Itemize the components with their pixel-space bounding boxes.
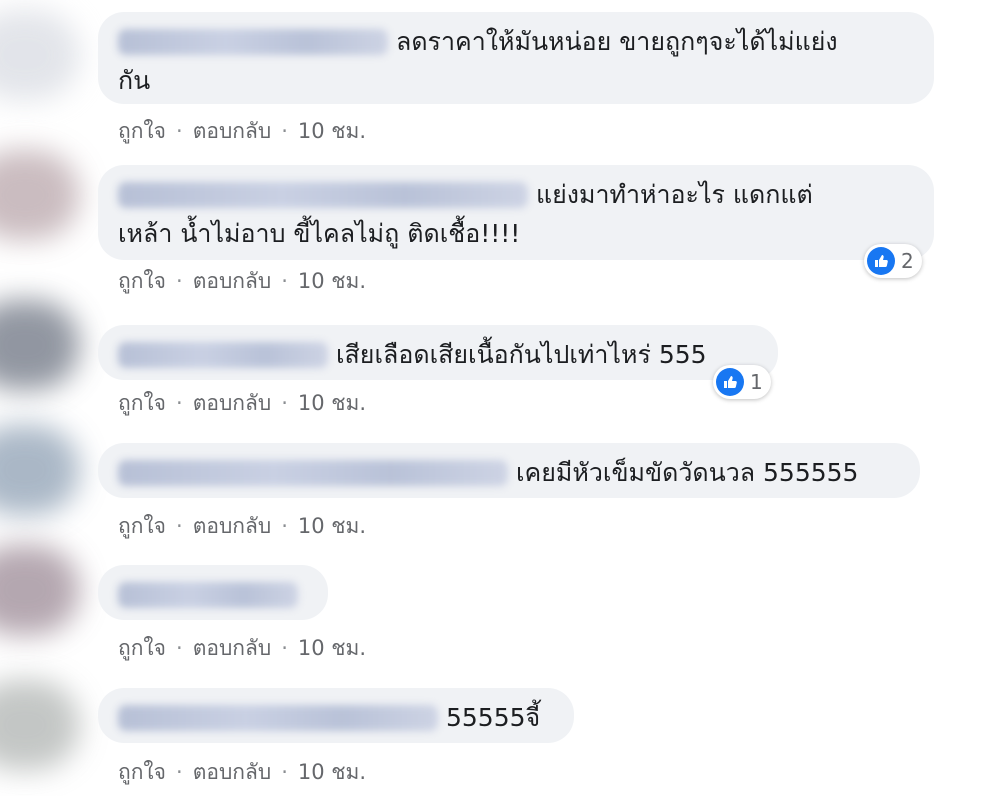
comment-actions: ถูกใจ · ตอบกลับ · 10 ชม.	[118, 510, 366, 543]
separator: ·	[281, 119, 288, 143]
commenter-name[interactable]	[118, 182, 528, 208]
commenter-name[interactable]	[118, 705, 438, 731]
separator: ·	[176, 269, 183, 293]
comment-bubble: 55555จี้	[98, 688, 574, 743]
comment-text-continued: เหล้า น้ำไม่อาบ ขี้ไคลไม่ถู ติดเชื้อ!!!!	[118, 219, 521, 248]
separator: ·	[176, 636, 183, 660]
comment-bubble: ลดราคาให้มันหน่อย ขายถูกๆจะได้ไม่แย่ง กั…	[98, 12, 934, 104]
reply-link[interactable]: ตอบกลับ	[193, 760, 272, 784]
reaction-count: 2	[901, 249, 914, 273]
like-link[interactable]: ถูกใจ	[118, 636, 166, 660]
comment-text: แย่งมาทำห่าอะไร แดกแต่	[536, 180, 813, 209]
comment-text: เคยมีหัวเข็มขัดวัดนวล 555555	[516, 458, 859, 487]
avatar[interactable]	[0, 300, 80, 390]
like-link[interactable]: ถูกใจ	[118, 391, 166, 415]
like-link[interactable]: ถูกใจ	[118, 269, 166, 293]
comment-actions: ถูกใจ · ตอบกลับ · 10 ชม.	[118, 387, 366, 420]
commenter-name[interactable]	[118, 342, 328, 368]
reaction-count-badge[interactable]: 2	[864, 244, 922, 278]
reaction-count: 1	[750, 370, 763, 394]
commenter-name[interactable]	[118, 582, 298, 608]
timestamp[interactable]: 10 ชม.	[298, 514, 366, 538]
comment-text: 55555จี้	[446, 703, 541, 732]
separator: ·	[176, 514, 183, 538]
timestamp[interactable]: 10 ชม.	[298, 760, 366, 784]
comment-text-continued: กัน	[118, 66, 151, 95]
separator: ·	[281, 636, 288, 660]
like-link[interactable]: ถูกใจ	[118, 760, 166, 784]
avatar[interactable]	[0, 150, 80, 240]
reply-link[interactable]: ตอบกลับ	[193, 269, 272, 293]
thumbs-up-icon	[867, 247, 895, 275]
separator: ·	[281, 391, 288, 415]
commenter-name[interactable]	[118, 460, 508, 486]
timestamp[interactable]: 10 ชม.	[298, 119, 366, 143]
comment-actions: ถูกใจ · ตอบกลับ · 10 ชม.	[118, 265, 366, 298]
reply-link[interactable]: ตอบกลับ	[193, 636, 272, 660]
separator: ·	[176, 119, 183, 143]
timestamp[interactable]: 10 ชม.	[298, 391, 366, 415]
comment-bubble: แย่งมาทำห่าอะไร แดกแต่ เหล้า น้ำไม่อาบ ข…	[98, 165, 934, 260]
comment-bubble: เคยมีหัวเข็มขัดวัดนวล 555555	[98, 443, 920, 498]
comment-actions: ถูกใจ · ตอบกลับ · 10 ชม.	[118, 632, 366, 665]
separator: ·	[281, 269, 288, 293]
like-link[interactable]: ถูกใจ	[118, 514, 166, 538]
avatar[interactable]	[0, 10, 80, 100]
comment-bubble: เสียเลือดเสียเนื้อกันไปเท่าไหร่ 555	[98, 325, 778, 380]
avatar[interactable]	[0, 425, 80, 515]
avatar[interactable]	[0, 545, 80, 635]
avatar[interactable]	[0, 680, 80, 770]
timestamp[interactable]: 10 ชม.	[298, 636, 366, 660]
like-link[interactable]: ถูกใจ	[118, 119, 166, 143]
comment-actions: ถูกใจ · ตอบกลับ · 10 ชม.	[118, 756, 366, 789]
separator: ·	[176, 391, 183, 415]
separator: ·	[281, 760, 288, 784]
comment-text: เสียเลือดเสียเนื้อกันไปเท่าไหร่ 555	[336, 340, 707, 369]
comment-actions: ถูกใจ · ตอบกลับ · 10 ชม.	[118, 115, 366, 148]
reaction-count-badge[interactable]: 1	[713, 365, 771, 399]
comment-bubble	[98, 565, 328, 620]
comment-text: ลดราคาให้มันหน่อย ขายถูกๆจะได้ไม่แย่ง	[396, 27, 838, 56]
separator: ·	[176, 760, 183, 784]
reply-link[interactable]: ตอบกลับ	[193, 119, 272, 143]
commenter-name[interactable]	[118, 29, 388, 55]
thumbs-up-icon	[716, 368, 744, 396]
timestamp[interactable]: 10 ชม.	[298, 269, 366, 293]
separator: ·	[281, 514, 288, 538]
reply-link[interactable]: ตอบกลับ	[193, 391, 272, 415]
reply-link[interactable]: ตอบกลับ	[193, 514, 272, 538]
